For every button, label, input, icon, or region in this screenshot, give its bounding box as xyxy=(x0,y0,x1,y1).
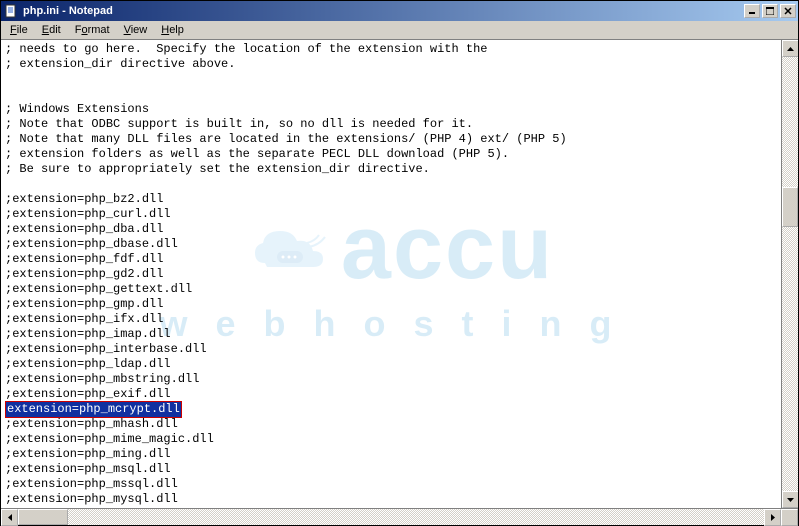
text-line: ; Note that ODBC support is built in, so… xyxy=(5,117,794,132)
text-line: ;extension=php_dba.dll xyxy=(5,222,794,237)
text-line: ;extension=php_mysql.dll xyxy=(5,492,794,507)
selected-text: extension=php_mcrypt.dll xyxy=(5,401,182,418)
window-controls xyxy=(744,4,796,18)
text-line: ;extension=php_ming.dll xyxy=(5,447,794,462)
text-line: ;extension=php_dbase.dll xyxy=(5,237,794,252)
text-line: ;extension=php_mysqli.dll xyxy=(5,507,794,508)
menu-edit[interactable]: Edit xyxy=(35,22,68,38)
text-line: ;extension=php_mime_magic.dll xyxy=(5,432,794,447)
text-editor-area[interactable]: accu webhosting ; needs to go here. Spec… xyxy=(1,40,798,508)
menu-file[interactable]: File xyxy=(3,22,35,38)
horizontal-scrollbar[interactable] xyxy=(1,508,798,525)
text-line xyxy=(5,87,794,102)
menubar: File Edit Format View Help xyxy=(1,21,798,40)
scroll-right-button[interactable] xyxy=(764,509,781,526)
text-line: ;extension=php_bz2.dll xyxy=(5,192,794,207)
text-line: ; needs to go here. Specify the location… xyxy=(5,42,794,57)
menu-view[interactable]: View xyxy=(117,22,155,38)
text-line: ;extension=php_gettext.dll xyxy=(5,282,794,297)
notepad-icon xyxy=(3,3,19,19)
horizontal-scroll-thumb[interactable] xyxy=(18,509,68,525)
text-line: extension=php_mcrypt.dll xyxy=(5,402,794,417)
menu-format[interactable]: Format xyxy=(68,22,117,38)
text-line: ;extension=php_ifx.dll xyxy=(5,312,794,327)
text-line: ; extension folders as well as the separ… xyxy=(5,147,794,162)
maximize-button[interactable] xyxy=(762,4,778,18)
text-line: ;extension=php_imap.dll xyxy=(5,327,794,342)
text-line: ;extension=php_msql.dll xyxy=(5,462,794,477)
text-line: ;extension=php_mhash.dll xyxy=(5,417,794,432)
text-line: ;extension=php_interbase.dll xyxy=(5,342,794,357)
text-line: ;extension=php_mbstring.dll xyxy=(5,372,794,387)
scrollbar-corner xyxy=(781,509,798,526)
text-line: ; extension_dir directive above. xyxy=(5,57,794,72)
text-line: ; Windows Extensions xyxy=(5,102,794,117)
notepad-window: php.ini - Notepad File Edit Format View … xyxy=(0,0,799,526)
horizontal-scroll-track[interactable] xyxy=(18,509,764,525)
text-line xyxy=(5,72,794,87)
text-line: ;extension=php_mssql.dll xyxy=(5,477,794,492)
text-line: ;extension=php_gmp.dll xyxy=(5,297,794,312)
file-content[interactable]: ; needs to go here. Specify the location… xyxy=(1,40,798,508)
title-text: php.ini - Notepad xyxy=(23,5,744,17)
text-line: ;extension=php_curl.dll xyxy=(5,207,794,222)
minimize-button[interactable] xyxy=(744,4,760,18)
text-line: ;extension=php_ldap.dll xyxy=(5,357,794,372)
text-line: ;extension=php_exif.dll xyxy=(5,387,794,402)
close-button[interactable] xyxy=(780,4,796,18)
text-line: ; Note that many DLL files are located i… xyxy=(5,132,794,147)
text-line xyxy=(5,177,794,192)
scroll-left-button[interactable] xyxy=(1,509,18,526)
titlebar[interactable]: php.ini - Notepad xyxy=(1,1,798,21)
text-line: ; Be sure to appropriately set the exten… xyxy=(5,162,794,177)
text-line: ;extension=php_gd2.dll xyxy=(5,267,794,282)
menu-help[interactable]: Help xyxy=(154,22,191,38)
text-line: ;extension=php_fdf.dll xyxy=(5,252,794,267)
